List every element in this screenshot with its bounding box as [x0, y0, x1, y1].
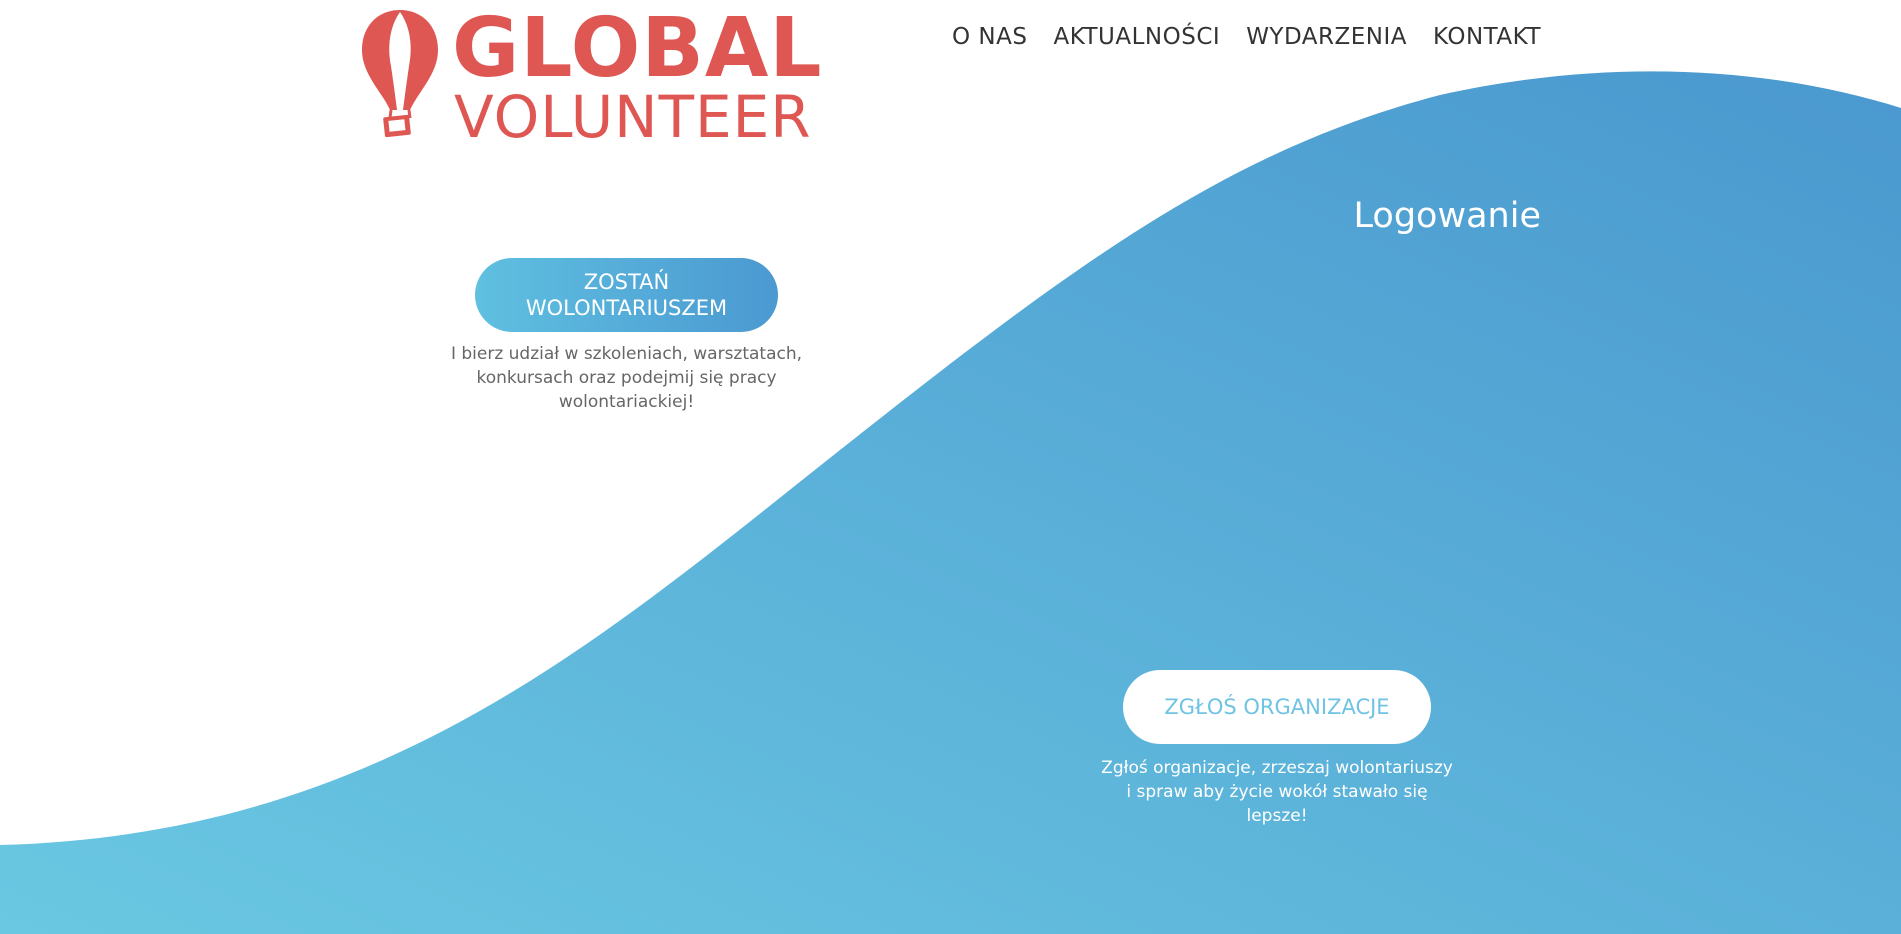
brand-name-global: GLOBAL — [452, 1, 823, 96]
nav-item-aktualnosci[interactable]: AKTUALNOŚCI — [1053, 24, 1220, 50]
organization-description: Zgłoś organizacje, zrzeszaj wolontariusz… — [1101, 758, 1453, 826]
register-organization-button[interactable]: ZGŁOŚ ORGANIZACJE — [1123, 670, 1431, 744]
become-volunteer-button[interactable]: ZOSTAŃ WOLONTARIUSZEM — [475, 258, 778, 332]
nav-item-o-nas[interactable]: O NAS — [952, 24, 1027, 50]
hot-air-balloon-icon — [362, 10, 438, 138]
brand-logo[interactable]: GLOBAL VOLUNTEER — [360, 1, 823, 146]
login-heading: Logowanie — [1353, 196, 1541, 236]
page: GLOBAL VOLUNTEER O NAS AKTUALNOŚCI WYDAR… — [0, 0, 1901, 934]
volunteer-description: I bierz udział w szkoleniach, warsztatac… — [450, 344, 803, 412]
nav-item-wydarzenia[interactable]: WYDARZENIA — [1246, 24, 1407, 50]
nav-item-kontakt[interactable]: KONTAKT — [1433, 24, 1541, 50]
brand-name-volunteer: VOLUNTEER — [454, 83, 812, 151]
background-wave — [0, 71, 1901, 934]
main-nav: O NAS AKTUALNOŚCI WYDARZENIA KONTAKT — [952, 24, 1541, 50]
